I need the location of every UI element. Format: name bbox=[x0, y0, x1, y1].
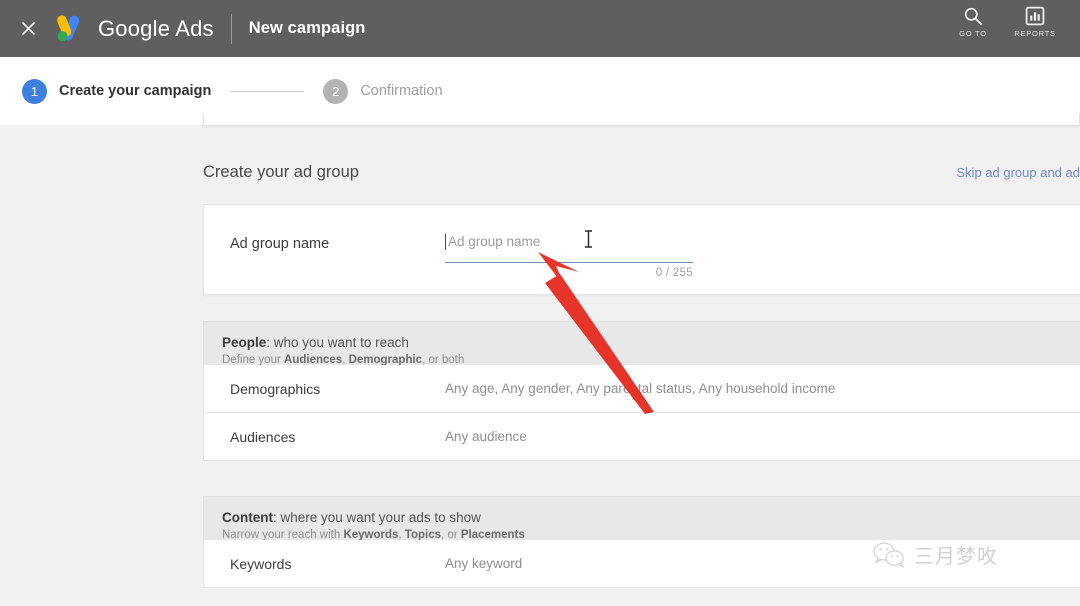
ad-group-name-card: Ad group name Ad group name 0 / 255 bbox=[203, 204, 1080, 295]
ad-group-name-placeholder: Ad group name bbox=[448, 234, 541, 249]
step-2-label: Confirmation bbox=[360, 83, 443, 99]
section-header: Create your ad group Skip ad group and a… bbox=[203, 163, 1080, 182]
step-create-campaign[interactable]: 1 Create your campaign bbox=[0, 78, 212, 104]
stepper-connector bbox=[230, 90, 305, 92]
people-header-title: People: who you want to reach bbox=[222, 335, 1080, 350]
keywords-value: Any keyword bbox=[445, 556, 523, 571]
content-header-title: Content: where you want your ads to show bbox=[222, 510, 1080, 525]
close-icon bbox=[21, 21, 35, 36]
row-audiences[interactable]: Audiences Any audience bbox=[203, 413, 1080, 461]
page-title: New campaign bbox=[248, 19, 366, 37]
step-confirmation: 2 Confirmation bbox=[323, 78, 443, 104]
skip-ad-group-link[interactable]: Skip ad group and ad bbox=[956, 165, 1080, 180]
text-cursor-icon bbox=[582, 229, 595, 249]
brand-name: Google Ads bbox=[98, 15, 214, 41]
close-button[interactable] bbox=[13, 14, 43, 44]
goto-label: GO TO bbox=[959, 29, 987, 38]
step-1-label: Create your campaign bbox=[59, 83, 212, 99]
audiences-value: Any audience bbox=[445, 429, 527, 444]
watermark: 三月梦呚 bbox=[872, 540, 998, 569]
keywords-label: Keywords bbox=[230, 555, 292, 572]
goto-button[interactable]: GO TO bbox=[942, 6, 1004, 38]
demographics-label: Demographics bbox=[230, 380, 321, 397]
top-actions: GO TO REPORTS bbox=[942, 0, 1080, 57]
content-header-rest: : where you want your ads to show bbox=[273, 510, 481, 525]
previous-card-sliver bbox=[203, 113, 1080, 126]
ad-group-name-input[interactable]: Ad group name bbox=[445, 233, 693, 263]
ad-group-name-field[interactable]: Ad group name 0 / 255 bbox=[445, 233, 693, 279]
row-demographics[interactable]: Demographics Any age, Any gender, Any pa… bbox=[203, 365, 1080, 413]
character-counter: 0 / 255 bbox=[655, 267, 693, 279]
step-2-number: 2 bbox=[323, 78, 349, 104]
people-header-strong: People bbox=[222, 335, 267, 350]
app-top-bar: Google Ads New campaign GO TO REPORTS bbox=[0, 0, 1080, 57]
bar-chart-icon bbox=[1025, 6, 1045, 26]
watermark-text: 三月梦呚 bbox=[914, 544, 998, 568]
section-title: Create your ad group bbox=[203, 163, 359, 181]
people-header-rest: : who you want to reach bbox=[266, 335, 409, 350]
header-divider bbox=[230, 13, 232, 44]
screenshot-root: Google Ads New campaign GO TO REPORTS 1 … bbox=[0, 0, 1080, 606]
audiences-label: Audiences bbox=[230, 428, 296, 445]
wechat-icon bbox=[873, 541, 905, 568]
text-caret bbox=[445, 234, 446, 250]
google-ads-logo-icon bbox=[53, 13, 87, 45]
step-1-number: 1 bbox=[22, 78, 47, 104]
left-gutter bbox=[0, 125, 195, 606]
main-column: Create your ad group Skip ad group and a… bbox=[195, 113, 1080, 606]
content-header-strong: Content bbox=[222, 510, 273, 525]
content-area: Create your ad group Skip ad group and a… bbox=[0, 113, 1080, 606]
search-icon bbox=[964, 7, 982, 25]
reports-button[interactable]: REPORTS bbox=[1004, 6, 1066, 38]
reports-label: REPORTS bbox=[1014, 29, 1056, 38]
demographics-value: Any age, Any gender, Any parental status… bbox=[445, 381, 836, 396]
ad-group-name-label: Ad group name bbox=[230, 236, 330, 252]
